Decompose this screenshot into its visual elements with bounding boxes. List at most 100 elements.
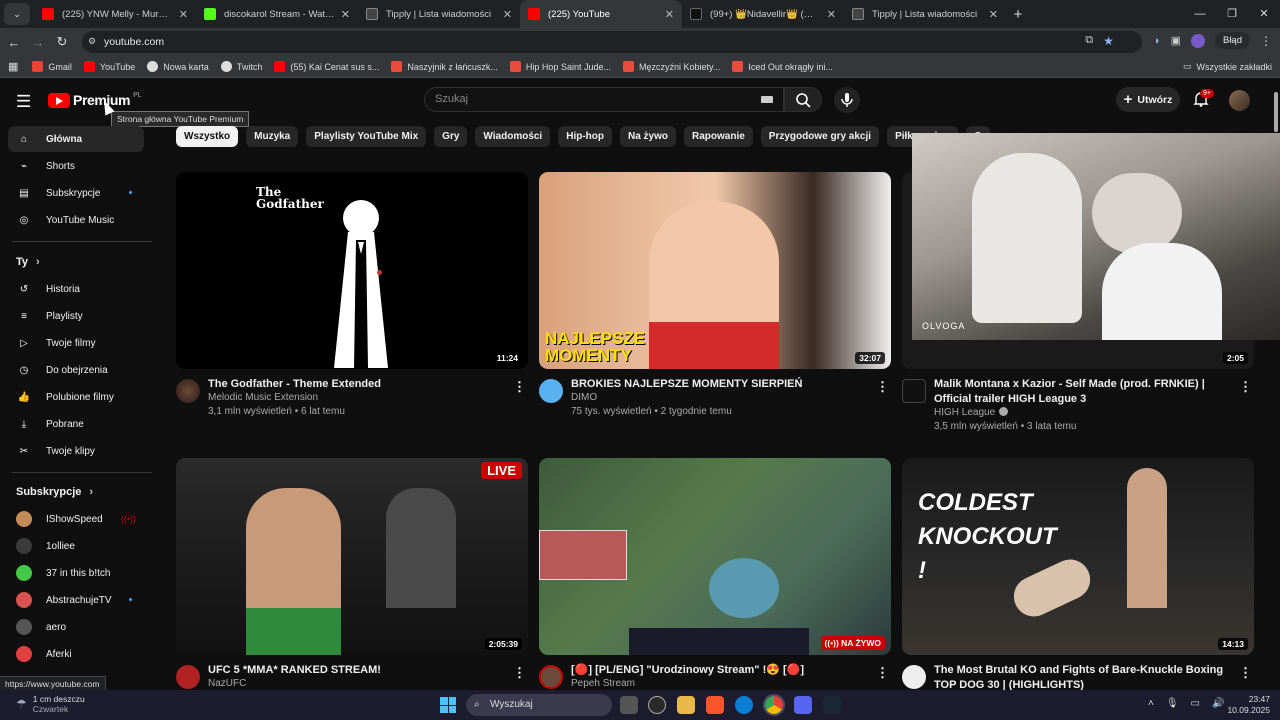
maximize-icon[interactable]: ❐	[1216, 0, 1248, 28]
forward-icon[interactable]: →	[26, 35, 50, 50]
chip[interactable]: Wiadomości	[475, 126, 551, 147]
close-tab-icon[interactable]: ✕	[827, 8, 836, 21]
close-tab-icon[interactable]: ✕	[665, 8, 674, 21]
channel-name[interactable]: NazUFC	[208, 678, 246, 689]
video-title[interactable]: BROKIES NAJLEPSZE MOMENTY SIERPIEŃ	[571, 377, 876, 392]
extension-icon[interactable]: ◗	[1154, 35, 1161, 47]
sidebar-item-subscriptions[interactable]: ▤ Subskrypcje	[8, 180, 144, 206]
sidebar-sub-item[interactable]: IShowSpeed ((•))	[8, 506, 144, 532]
video-title[interactable]: Malik Montana x Kazior - Self Made (prod…	[934, 377, 1239, 407]
chip[interactable]: Na żywo	[619, 126, 676, 147]
video-thumbnail[interactable]: COLDEST KNOCKOUT ! 14:13	[902, 458, 1254, 655]
browser-tab[interactable]: (99+) 👑Nidavellir👑 (@nidave✕	[682, 0, 844, 28]
edge-icon[interactable]	[735, 696, 753, 714]
video-title[interactable]: [🔴] [PL/ENG] "Urodzinowy Stream" !😍 [🔴]	[571, 663, 876, 678]
file-explorer-icon[interactable]	[677, 696, 695, 714]
search-input[interactable]: Szukaj	[424, 87, 784, 112]
system-clock[interactable]: 23:47 10.09.2025	[1227, 694, 1270, 716]
video-thumbnail[interactable]: NAJLEPSZE MOMENTY 32:07	[539, 172, 891, 369]
sidebar-sub-item[interactable]: 1olliee	[8, 533, 144, 559]
reload-icon[interactable]: ↻	[50, 34, 74, 50]
page-scrollbar[interactable]	[1274, 92, 1278, 132]
search-button[interactable]	[784, 87, 822, 112]
video-card[interactable]: LIVE 2:05:39 UFC 5 *MMA* RANKED STREAM! …	[176, 458, 528, 690]
sidebar-sub-item[interactable]: AbstrachujeTV	[8, 587, 144, 613]
bookmark-item[interactable]: Iced Out okrągły ini...	[732, 61, 833, 72]
new-tab-icon[interactable]: +	[1006, 6, 1030, 23]
steam-icon[interactable]	[823, 696, 841, 714]
video-card[interactable]: COLDEST KNOCKOUT ! 14:13 The Most Brutal…	[902, 458, 1254, 690]
profile-error-button[interactable]: Błąd	[1214, 32, 1250, 49]
video-card[interactable]: The Godfather 11:24 The Godfather - Them…	[176, 172, 528, 439]
video-card[interactable]: ((•)) NA ŻYWO [🔴] [PL/ENG] "Urodzinowy S…	[539, 458, 891, 690]
sidebar-item-your-videos[interactable]: ▷ Twoje filmy	[8, 330, 144, 356]
hamburger-menu-icon[interactable]: ☰	[16, 92, 31, 112]
browser-tab[interactable]: discokarol Stream - Watch Live✕	[196, 0, 358, 28]
video-thumbnail[interactable]: LIVE 2:05:39	[176, 458, 528, 655]
channel-avatar[interactable]	[902, 665, 926, 689]
sidebar-sub-item[interactable]: Aferki	[8, 641, 144, 667]
video-title[interactable]: The Most Brutal KO and Fights of Bare-Kn…	[934, 663, 1239, 690]
video-menu-icon[interactable]: ⋮	[876, 665, 889, 681]
url-input[interactable]: ⚙ youtube.com	[82, 31, 1142, 53]
weather-widget[interactable]: ☂ 1 cm deszczu Czwartek	[16, 694, 85, 714]
sidebar-item-downloads[interactable]: ⤓ Pobrane	[8, 411, 144, 437]
chip[interactable]: Muzyka	[246, 126, 299, 147]
bookmark-item[interactable]: Hip Hop Saint Jude...	[509, 61, 611, 72]
video-card[interactable]: NAJLEPSZE MOMENTY 32:07 BROKIES NAJLEPSZ…	[539, 172, 891, 439]
discord-icon[interactable]	[794, 696, 812, 714]
channel-name[interactable]: HIGH League	[934, 407, 1009, 418]
close-tab-icon[interactable]: ✕	[503, 8, 512, 21]
video-menu-icon[interactable]: ⋮	[513, 665, 526, 681]
channel-name[interactable]: Melodic Music Extension	[208, 392, 318, 403]
channel-avatar[interactable]	[176, 379, 200, 403]
close-tab-icon[interactable]: ✕	[341, 8, 350, 21]
video-menu-icon[interactable]: ⋮	[1239, 379, 1252, 395]
tab-search-dropdown-icon[interactable]: ⌄	[4, 3, 30, 25]
close-tab-icon[interactable]: ✕	[179, 8, 188, 21]
back-icon[interactable]: ←	[2, 35, 26, 50]
browser-tab-active[interactable]: (225) YouTube ✕	[520, 0, 682, 28]
sidebar-item-shorts[interactable]: ⌁ Shorts	[8, 153, 144, 179]
extensions-puzzle-icon[interactable]: ▣	[1171, 34, 1181, 47]
bookmark-item[interactable]: Twitch	[220, 61, 262, 72]
video-title[interactable]: UFC 5 *MMA* RANKED STREAM!	[208, 663, 513, 678]
video-title[interactable]: The Godfather - Theme Extended	[208, 377, 513, 392]
browser-tab[interactable]: (225) YNW Melly - Murder On M✕	[34, 0, 196, 28]
chip[interactable]: Przygodowe gry akcji	[760, 126, 880, 147]
video-menu-icon[interactable]: ⋮	[1239, 665, 1252, 681]
browser-tab[interactable]: Tipply | Lista wiadomości ✕	[844, 0, 1006, 28]
close-window-icon[interactable]: ✕	[1248, 0, 1280, 28]
minimize-icon[interactable]: —	[1184, 0, 1216, 28]
channel-avatar[interactable]	[176, 665, 200, 689]
channel-avatar[interactable]	[539, 665, 563, 689]
task-view-icon[interactable]	[620, 696, 638, 714]
voice-search-button[interactable]	[834, 87, 860, 113]
keyboard-icon[interactable]	[761, 96, 773, 103]
app-icon[interactable]	[648, 696, 666, 714]
browser-tab[interactable]: Tipply | Lista wiadomości ✕	[358, 0, 520, 28]
bookmark-item[interactable]: Gmail	[32, 61, 72, 72]
channel-name[interactable]: DIMO	[571, 392, 597, 403]
user-avatar[interactable]	[1229, 90, 1250, 111]
apps-grid-icon[interactable]: ▦	[8, 60, 18, 73]
sidebar-item-home[interactable]: ⌂ Główna	[8, 126, 144, 152]
bookmark-item[interactable]: YouTube	[83, 61, 135, 72]
sidebar-item-history[interactable]: ↺ Historia	[8, 276, 144, 302]
volume-icon[interactable]: 🔊	[1212, 698, 1224, 709]
profile-icon[interactable]	[1190, 33, 1205, 48]
create-button[interactable]: + Utwórz	[1116, 87, 1180, 112]
brave-icon[interactable]	[706, 696, 724, 714]
chip[interactable]: Hip-hop	[558, 126, 612, 147]
start-button-icon[interactable]	[440, 697, 456, 713]
chip[interactable]: Rapowanie	[684, 126, 753, 147]
chevron-up-icon[interactable]: ˄	[1148, 698, 1154, 709]
taskbar-search-input[interactable]: ⌕ Wyszukaj	[466, 694, 612, 716]
chrome-icon[interactable]	[763, 694, 785, 716]
channel-avatar[interactable]	[539, 379, 563, 403]
microphone-icon[interactable]: 🎙	[1166, 698, 1179, 709]
video-preview-overlay[interactable]: OLVOGA	[912, 133, 1280, 340]
sidebar-item-youtube-music[interactable]: ◎ YouTube Music	[8, 207, 144, 233]
chip[interactable]: Gry	[434, 126, 468, 147]
video-menu-icon[interactable]: ⋮	[513, 379, 526, 395]
